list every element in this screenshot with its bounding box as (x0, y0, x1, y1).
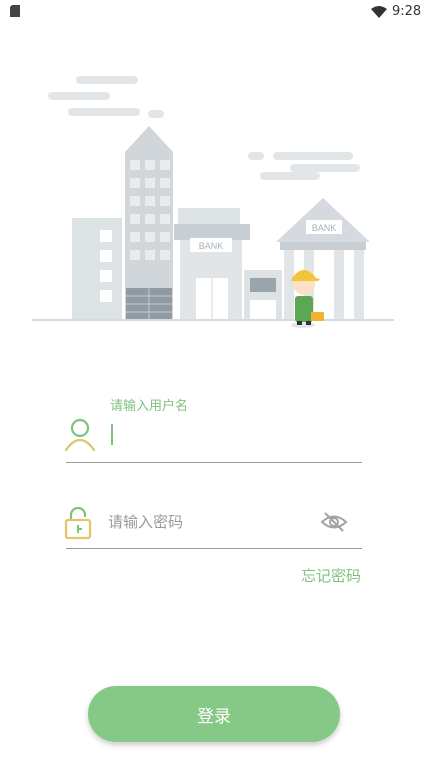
worker-figure (291, 270, 324, 328)
clouds (48, 76, 360, 180)
password-underline (66, 548, 362, 549)
password-input[interactable] (108, 510, 308, 534)
username-input[interactable] (111, 424, 113, 445)
login-button[interactable]: 登录 (88, 686, 340, 742)
username-label: 请输入用户名 (110, 399, 189, 414)
sd-card-icon (10, 5, 20, 17)
wifi-icon (371, 6, 387, 18)
username-underline (66, 462, 362, 463)
status-bar: 9:28 (0, 0, 427, 24)
status-time: 9:28 (392, 4, 422, 19)
bank-sign-left: BANK (199, 241, 224, 251)
lock-icon (64, 506, 92, 540)
bank-illustration: BANK BANK (32, 76, 394, 328)
forgot-password-link[interactable]: 忘记密码 (301, 565, 361, 586)
password-visibility-toggle-icon[interactable] (320, 510, 348, 534)
bank-sign-right: BANK (312, 223, 337, 233)
user-icon (64, 418, 96, 452)
